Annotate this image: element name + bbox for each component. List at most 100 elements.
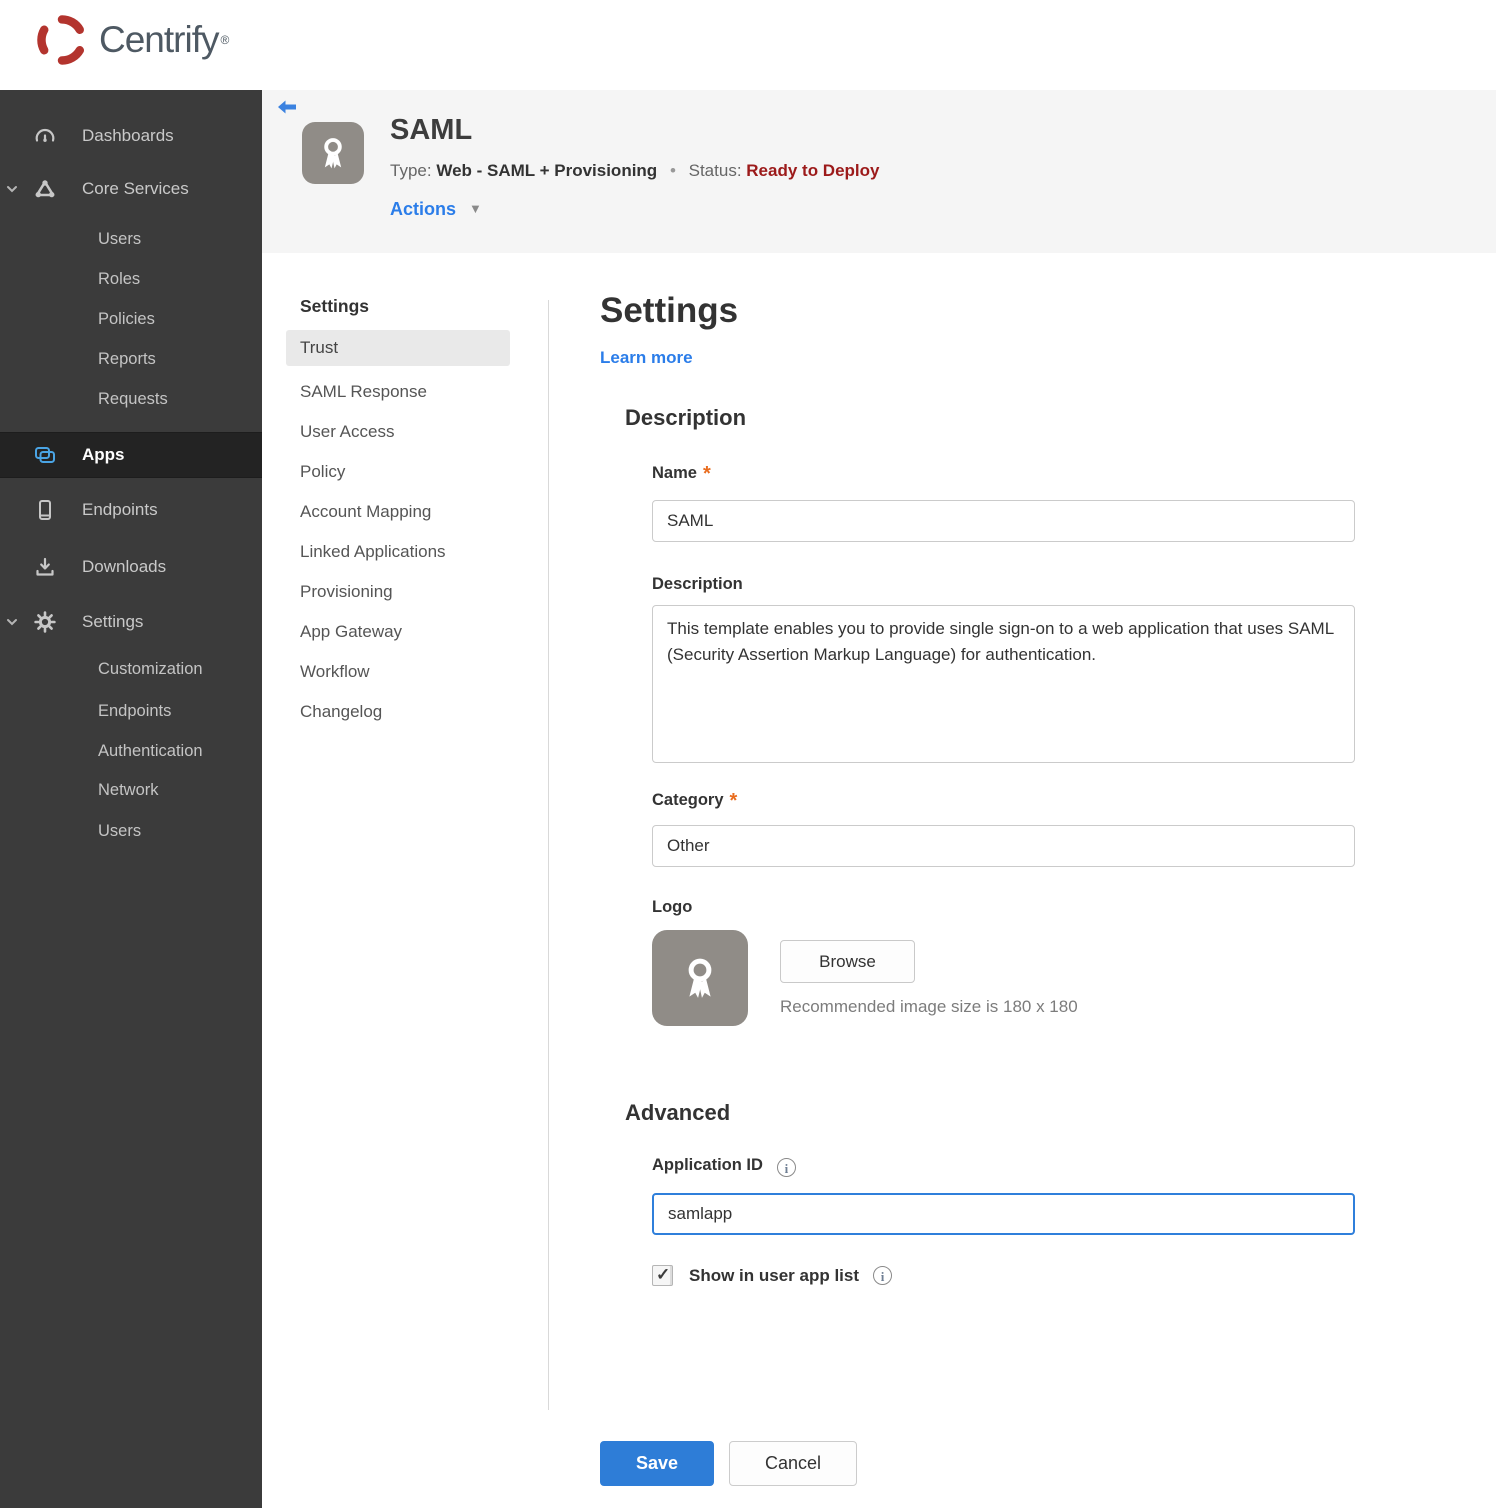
name-input[interactable]: [652, 500, 1355, 542]
advanced-section-heading: Advanced: [625, 1100, 731, 1125]
sidebar-item-label: Downloads: [82, 557, 167, 576]
sidebar-item-settings-users[interactable]: Users: [0, 811, 262, 851]
mobile-device-icon: [39, 500, 51, 520]
sidebar-item-label: Roles: [98, 269, 141, 288]
sidebar-item-downloads[interactable]: Downloads: [0, 547, 262, 587]
sidebar-item-reports[interactable]: Reports: [0, 339, 262, 379]
sidebar-item-label: Dashboards: [82, 126, 174, 145]
sidebar-item-label: Customization: [98, 659, 203, 678]
app-header: SAML Type: Web - SAML + Provisioning • S…: [262, 90, 1496, 253]
description-section-heading: Description: [625, 405, 747, 430]
chevron-down-icon[interactable]: [4, 181, 20, 197]
app-logo-badge: [302, 122, 364, 184]
sidebar-item-authentication[interactable]: Authentication: [0, 731, 262, 771]
sidebar-item-roles[interactable]: Roles: [0, 259, 262, 299]
gauge-icon: [35, 128, 55, 142]
back-arrow-icon[interactable]: [275, 96, 299, 120]
centrify-swirl-icon: [37, 15, 85, 65]
category-field-label: Category *: [652, 790, 738, 812]
sidebar-item-label: Reports: [98, 349, 156, 368]
sidebar-item-label: Requests: [98, 389, 168, 408]
sidebar-item-label: Endpoints: [82, 500, 158, 519]
sidebar-item-label: Users: [98, 229, 142, 248]
subnav-item-saml-response[interactable]: SAML Response: [286, 374, 510, 410]
application-id-label: Application ID i: [652, 1156, 796, 1177]
sidebar-item-label: Policies: [98, 309, 155, 328]
core-services-icon: [35, 180, 55, 198]
info-icon[interactable]: i: [873, 1266, 893, 1285]
subnav-item-changelog[interactable]: Changelog: [286, 694, 510, 730]
app-title: SAML: [390, 114, 473, 146]
browse-button[interactable]: Browse: [780, 940, 915, 983]
sidebar-item-core-services[interactable]: Core Services: [0, 169, 262, 209]
subnav-item-user-access[interactable]: User Access: [286, 414, 510, 450]
vertical-divider: [548, 300, 549, 1410]
sidebar-item-apps[interactable]: Apps: [0, 432, 262, 478]
sidebar-item-users[interactable]: Users: [0, 219, 262, 259]
brand-name: Centrify: [99, 19, 219, 60]
page-title: Settings: [600, 291, 739, 330]
subnav-item-linked-applications[interactable]: Linked Applications: [286, 534, 510, 570]
subnav-item-policy[interactable]: Policy: [286, 454, 510, 490]
gear-icon: [34, 611, 56, 633]
dropdown-caret-icon: ▼: [469, 201, 482, 216]
sidebar-item-label: Network: [98, 780, 159, 799]
sidebar-nav: Dashboards Core Services Users Roles Pol…: [0, 90, 262, 1508]
actions-label: Actions: [390, 199, 457, 219]
subnav-item-workflow[interactable]: Workflow: [286, 654, 510, 690]
status-value: Ready to Deploy: [746, 161, 880, 180]
learn-more-link[interactable]: Learn more: [600, 348, 693, 368]
description-textarea[interactable]: This template enables you to provide sin…: [652, 605, 1355, 763]
recommended-size-text: Recommended image size is 180 x 180: [780, 997, 1078, 1016]
sidebar-item-dashboards[interactable]: Dashboards: [0, 116, 262, 156]
content-body: Settings Trust SAML Response User Access…: [262, 253, 1496, 1508]
sidebar-item-label: Core Services: [82, 179, 189, 198]
registered-mark: ®: [220, 33, 230, 47]
subnav-item-trust[interactable]: Trust: [286, 330, 510, 366]
sidebar-item-policies[interactable]: Policies: [0, 299, 262, 339]
subnav-item-app-gateway[interactable]: App Gateway: [286, 614, 510, 650]
subnav-item-provisioning[interactable]: Provisioning: [286, 574, 510, 610]
sidebar-item-endpoints[interactable]: Endpoints: [0, 490, 262, 530]
sidebar-item-label: Settings: [82, 612, 144, 631]
cancel-button[interactable]: Cancel: [729, 1441, 857, 1486]
logo-preview: [652, 930, 748, 1026]
sidebar-item-settings-endpoints[interactable]: Endpoints: [0, 691, 262, 731]
chevron-down-icon[interactable]: [4, 614, 20, 630]
application-id-input[interactable]: [652, 1193, 1355, 1235]
sidebar-item-settings[interactable]: Settings: [0, 602, 262, 642]
centrify-logo[interactable]: Centrify ®: [33, 11, 229, 69]
meta-separator: •: [669, 161, 676, 180]
centrify-admin-portal: Centrify ® Dashboards Core Services User…: [0, 0, 1496, 1508]
status-label: Status:: [688, 161, 742, 180]
sidebar-item-label: Authentication: [98, 741, 203, 760]
sidebar-item-label: Endpoints: [98, 701, 172, 720]
download-icon: [36, 557, 54, 576]
ribbon-icon: [688, 958, 712, 998]
show-in-user-app-list-label: Show in user app list: [689, 1265, 860, 1285]
sidebar-item-label: Users: [98, 821, 142, 840]
app-meta: Type: Web - SAML + Provisioning • Status…: [390, 161, 879, 181]
top-bar: Centrify ®: [0, 0, 1496, 90]
actions-dropdown[interactable]: Actions ▼: [390, 199, 482, 220]
description-field-label: Description: [652, 575, 743, 593]
name-field-label: Name *: [652, 463, 711, 485]
subnav-item-account-mapping[interactable]: Account Mapping: [286, 494, 510, 530]
subnav-heading: Settings: [300, 296, 370, 316]
show-in-user-app-list-checkbox[interactable]: [652, 1265, 673, 1286]
required-asterisk: *: [702, 463, 711, 485]
show-in-user-app-list-row: Show in user app list i: [652, 1265, 893, 1286]
logo-field-label: Logo: [652, 898, 693, 916]
category-input[interactable]: [652, 825, 1355, 867]
sidebar-item-requests[interactable]: Requests: [0, 379, 262, 419]
sidebar-item-label: Apps: [82, 445, 125, 464]
info-icon[interactable]: i: [776, 1158, 796, 1177]
sidebar-item-customization[interactable]: Customization: [0, 649, 262, 689]
type-value: Web - SAML + Provisioning: [436, 161, 658, 180]
required-asterisk: *: [729, 790, 738, 812]
sidebar-item-network[interactable]: Network: [0, 770, 262, 810]
apps-icon: [35, 447, 55, 463]
save-button[interactable]: Save: [600, 1441, 714, 1486]
type-label: Type:: [390, 161, 432, 180]
ribbon-icon: [324, 138, 342, 169]
